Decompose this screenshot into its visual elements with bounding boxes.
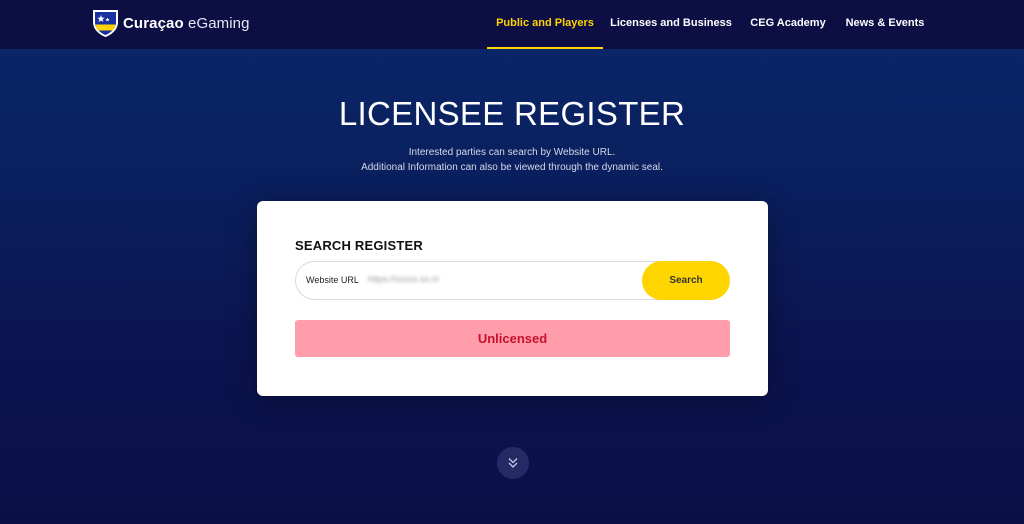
top-navigation-bar: Curaçao eGaming Public and Players Licen… (0, 0, 1024, 49)
website-url-search-bar: Website URL Search (295, 261, 730, 300)
website-url-label: Website URL (306, 275, 359, 285)
license-status-result: Unlicensed (295, 320, 730, 357)
subtitle-line-1: Interested parties can search by Website… (408, 147, 616, 158)
scroll-down-button[interactable] (497, 447, 529, 479)
website-url-input[interactable] (368, 274, 548, 284)
double-chevron-down-icon (508, 458, 518, 468)
site-logo[interactable]: Curaçao eGaming (91, 8, 250, 38)
shield-star-logo-icon (93, 10, 118, 37)
subtitle-line-2: Additional Information can also be viewe… (361, 162, 663, 173)
search-button[interactable]: Search (642, 261, 730, 300)
nav-item-ceg-academy[interactable]: CEG Academy (745, 0, 831, 49)
logo-wordmark: Curaçao eGaming (123, 15, 250, 32)
page-title: LICENSEE REGISTER (338, 95, 686, 132)
search-register-heading: SEARCH REGISTER (295, 238, 423, 253)
page-subtitle: Interested parties can search by Website… (0, 145, 1024, 175)
logo-name-light: eGaming (183, 14, 250, 32)
nav-item-public-and-players[interactable]: Public and Players (487, 0, 603, 49)
nav-item-licenses-and-business[interactable]: Licenses and Business (609, 0, 733, 49)
search-register-card: SEARCH REGISTER Website URL Search Unlic… (257, 201, 768, 396)
nav-item-news-and-events[interactable]: News & Events (842, 0, 928, 49)
logo-name-bold: Curaçao (123, 14, 184, 32)
